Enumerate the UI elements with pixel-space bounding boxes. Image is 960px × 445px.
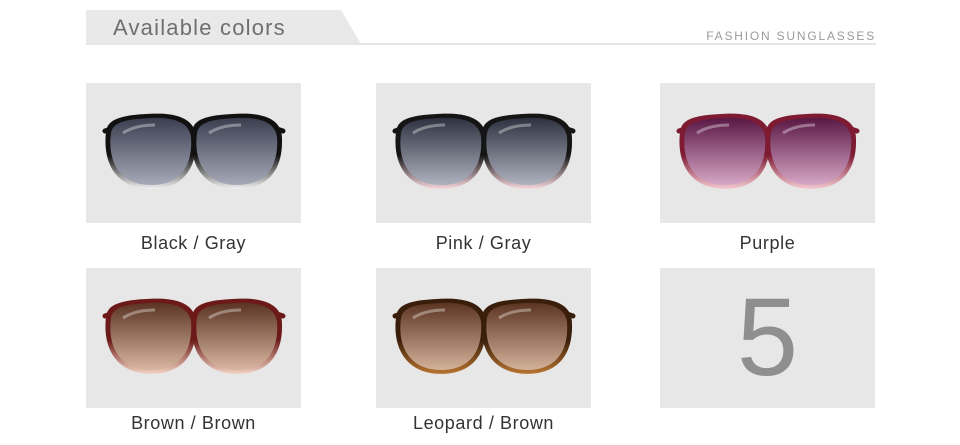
sunglasses-black-gray-icon [102,113,285,189]
sunglasses-purple-icon [676,113,859,189]
product-label: Purple [739,233,796,253]
header-divider [86,43,876,45]
product-tile-brown-brown[interactable] [86,268,301,408]
color-count-tile: 5 [660,268,875,408]
product-tile-leopard-brown[interactable] [376,268,591,408]
product-label: Black / Gray [140,233,247,253]
sunglasses-brown-brown-icon [102,298,285,374]
sunglasses-pink-gray-icon [392,113,575,189]
product-label: Leopard / Brown [412,413,555,433]
page-title: Available colors [113,15,286,40]
product-tile-pink-gray[interactable] [376,83,591,223]
product-tile-purple[interactable] [660,83,875,223]
page-subtitle: FASHION SUNGLASSES [706,29,876,43]
color-count-number: 5 [736,276,799,399]
sunglasses-leopard-brown-icon [392,298,575,374]
product-label: Pink / Gray [435,233,532,253]
product-label: Brown / Brown [131,413,256,433]
product-tile-black-gray[interactable] [86,83,301,223]
